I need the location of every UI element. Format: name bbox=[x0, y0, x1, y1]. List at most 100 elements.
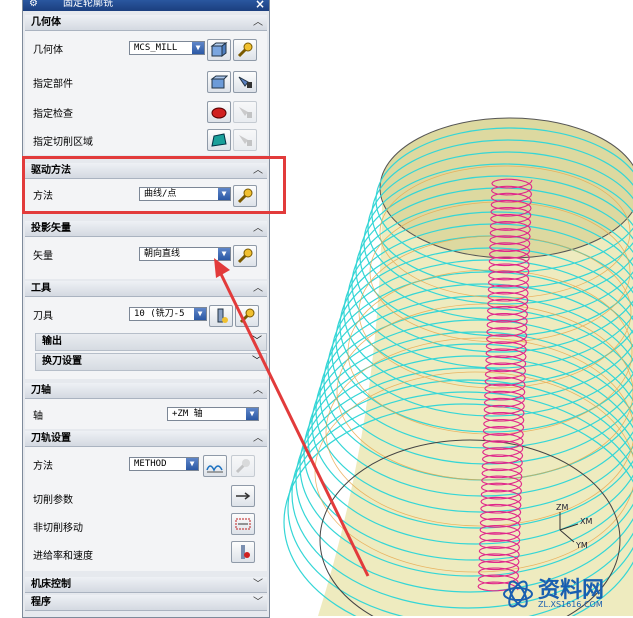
section-header-program[interactable]: 程序 ﹀ bbox=[25, 595, 267, 611]
chevron-down-icon[interactable]: ▼ bbox=[192, 42, 204, 54]
geometry-cube-icon bbox=[210, 42, 228, 57]
cut-params-label: 切削参数 bbox=[33, 495, 73, 506]
axis-label-xm: XM bbox=[580, 517, 592, 526]
wrench-icon bbox=[235, 459, 250, 474]
chevron-up-icon[interactable]: ︿ bbox=[253, 383, 263, 399]
display-cut-area-button bbox=[233, 129, 257, 151]
new-method-button[interactable] bbox=[203, 455, 227, 477]
gear-icon[interactable]: ⚙ bbox=[29, 0, 38, 11]
watermark-url: ZL.XS1616.COM bbox=[538, 600, 603, 609]
axis-label-ym: YM bbox=[575, 541, 588, 550]
geometry-label: 几何体 bbox=[33, 45, 63, 56]
path-method-dropdown[interactable]: METHOD ▼ bbox=[129, 457, 199, 471]
flashlight-icon bbox=[238, 76, 252, 88]
specify-check-button[interactable] bbox=[207, 101, 231, 123]
non-cut-moves-icon bbox=[235, 518, 251, 530]
tool-change-label: 换刀设置 bbox=[42, 356, 82, 367]
chevron-down-icon[interactable]: ▼ bbox=[186, 458, 198, 470]
vector-value: 朝向直线 bbox=[144, 249, 181, 259]
specify-part-button[interactable] bbox=[207, 71, 231, 93]
wrench-icon bbox=[239, 308, 255, 324]
chevron-up-icon[interactable]: ︿ bbox=[253, 431, 263, 447]
section-header-path-settings[interactable]: 刀轨设置 ︿ bbox=[25, 431, 267, 447]
cut-area-icon bbox=[211, 133, 227, 147]
watermark: 资料网 ZL.XS1616.COM bbox=[498, 570, 633, 616]
section-header-machine-control[interactable]: 机床控制 ﹀ bbox=[25, 577, 267, 593]
section-header-tool-axis[interactable]: 刀轴 ︿ bbox=[25, 383, 267, 399]
edit-method-button bbox=[231, 455, 255, 477]
dialog-title: 固定轮廓铣 bbox=[63, 0, 113, 9]
vector-label: 矢量 bbox=[33, 251, 53, 262]
specify-cut-area-label: 指定切削区域 bbox=[33, 137, 93, 148]
axis-label: 轴 bbox=[33, 411, 43, 422]
chevron-down-icon[interactable]: ﹀ bbox=[253, 577, 263, 593]
path-method-value: METHOD bbox=[134, 459, 167, 469]
chevron-up-icon[interactable]: ︿ bbox=[253, 221, 263, 237]
path-method-label: 方法 bbox=[33, 461, 53, 472]
fixed-contour-dialog: ⚙ 固定轮廓铣 × 几何体 ︿ 几何体 MCS_MILL ▼ 指定部件 指定检查 bbox=[22, 0, 270, 618]
cut-params-button[interactable] bbox=[231, 485, 255, 507]
feeds-speeds-button[interactable] bbox=[231, 541, 255, 563]
watermark-logo-icon bbox=[503, 580, 533, 608]
edit-geometry-button[interactable] bbox=[207, 39, 231, 61]
chevron-down-icon[interactable]: ﹀ bbox=[253, 595, 263, 611]
wrench-icon bbox=[237, 42, 253, 58]
new-tool-button[interactable] bbox=[209, 305, 233, 327]
axis-dropdown[interactable]: +ZM 轴 ▼ bbox=[167, 407, 259, 421]
section-body-tool-axis: 轴 +ZM 轴 ▼ bbox=[25, 399, 267, 429]
section-title-tool-axis: 刀轴 bbox=[31, 385, 51, 396]
flashlight-icon bbox=[239, 135, 252, 146]
section-body-path-settings: 方法 METHOD ▼ 切削参数 非切削移动 进给率和速度 bbox=[25, 447, 267, 571]
section-title-projection-vector: 投影矢量 bbox=[31, 223, 71, 234]
section-body-geometry: 几何体 MCS_MILL ▼ 指定部件 指定检查 指定切削区域 bbox=[25, 31, 267, 155]
chevron-down-icon[interactable]: ▼ bbox=[194, 308, 206, 320]
geometry-dropdown-value: MCS_MILL bbox=[134, 43, 178, 53]
section-body-tool: 刀具 10 (铣刀-5 ▼ 输出 ﹀ 换刀设置 ﹀ bbox=[25, 297, 267, 379]
display-check-button bbox=[233, 101, 257, 123]
non-cut-moves-button[interactable] bbox=[231, 513, 255, 535]
section-header-projection-vector[interactable]: 投影矢量 ︿ bbox=[25, 221, 267, 237]
chevron-up-icon[interactable]: ︿ bbox=[253, 15, 263, 31]
section-title-tool: 工具 bbox=[31, 283, 51, 294]
wrench-icon bbox=[237, 248, 253, 264]
geometry-dropdown[interactable]: MCS_MILL ▼ bbox=[129, 41, 205, 55]
specify-cut-area-button[interactable] bbox=[207, 129, 231, 151]
section-title-machine-control: 机床控制 bbox=[31, 579, 71, 590]
section-body-projection-vector: 矢量 朝向直线 ▼ bbox=[25, 237, 267, 279]
display-part-button[interactable] bbox=[233, 71, 257, 93]
output-subsection[interactable]: 输出 ﹀ bbox=[35, 333, 267, 351]
part-icon bbox=[210, 75, 228, 89]
chevron-up-icon[interactable]: ︿ bbox=[253, 281, 263, 297]
vector-dropdown[interactable]: 朝向直线 ▼ bbox=[139, 247, 231, 261]
chevron-down-icon[interactable]: ▼ bbox=[246, 408, 258, 420]
tool-value: 10 (铣刀-5 bbox=[134, 309, 185, 319]
chevron-down-icon[interactable]: ▼ bbox=[218, 248, 230, 260]
dialog-titlebar[interactable]: ⚙ 固定轮廓铣 × bbox=[23, 0, 269, 11]
feeds-speeds-label: 进给率和速度 bbox=[33, 551, 93, 562]
flashlight-icon bbox=[239, 107, 252, 118]
tool-icon bbox=[217, 308, 228, 323]
section-header-tool[interactable]: 工具 ︿ bbox=[25, 281, 267, 297]
axis-label-zm: ZM bbox=[556, 503, 568, 512]
chevron-down-icon[interactable]: ﹀ bbox=[252, 354, 262, 370]
close-icon[interactable]: × bbox=[253, 0, 267, 11]
section-title-path-settings: 刀轨设置 bbox=[31, 433, 71, 444]
axis-value: +ZM 轴 bbox=[172, 409, 203, 419]
tool-change-subsection[interactable]: 换刀设置 ﹀ bbox=[35, 353, 267, 371]
section-title-program: 程序 bbox=[31, 597, 51, 608]
chevron-down-icon[interactable]: ﹀ bbox=[252, 334, 262, 350]
specify-part-label: 指定部件 bbox=[33, 79, 73, 90]
section-title-geometry: 几何体 bbox=[31, 17, 61, 28]
check-geometry-icon bbox=[211, 107, 227, 119]
edit-vector-button[interactable] bbox=[233, 245, 257, 267]
tool-label: 刀具 bbox=[33, 311, 53, 322]
display-geometry-button[interactable] bbox=[233, 39, 257, 61]
non-cut-moves-label: 非切削移动 bbox=[33, 523, 83, 534]
cut-params-icon bbox=[236, 492, 251, 500]
drive-method-highlight-box bbox=[22, 156, 286, 214]
method-icon bbox=[206, 465, 223, 473]
tool-dropdown[interactable]: 10 (铣刀-5 ▼ bbox=[129, 307, 207, 321]
edit-tool-button[interactable] bbox=[235, 305, 259, 327]
output-label: 输出 bbox=[42, 336, 62, 347]
section-header-geometry[interactable]: 几何体 ︿ bbox=[25, 15, 267, 31]
